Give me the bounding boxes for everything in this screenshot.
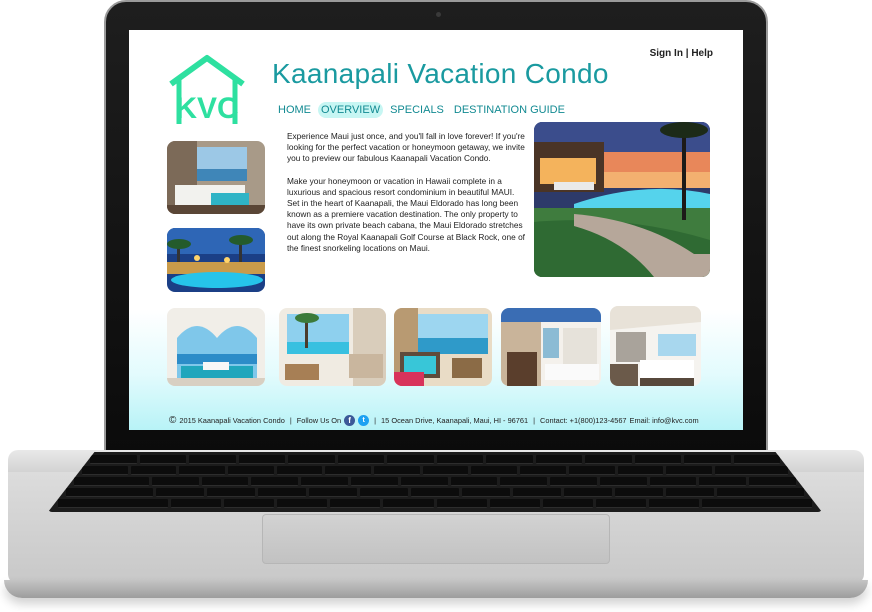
overview-text: Experience Maui just once, and you'll fa… xyxy=(287,131,527,254)
link-separator: | xyxy=(685,48,689,59)
twitter-icon[interactable]: t xyxy=(358,415,370,426)
photo-bedroom[interactable] xyxy=(167,141,265,214)
logo-text: KVC xyxy=(175,92,238,125)
photo-pool-night[interactable] xyxy=(167,228,265,292)
photo-kitchen[interactable] xyxy=(610,306,701,386)
kvc-logo[interactable]: KVC xyxy=(165,54,249,128)
copyright-text: 2015 Kaanapali Vacation Condo xyxy=(179,416,285,425)
footer-address: 15 Ocean Drive, Kaanapali, Maui, HI - 96… xyxy=(381,416,529,425)
sign-in-link[interactable]: Sign In xyxy=(650,48,683,59)
account-links: Sign In | Help xyxy=(650,48,713,59)
trackpad xyxy=(262,514,610,564)
main-nav: HOME OVERVIEW SPECIALS DESTINATION GUIDE xyxy=(275,102,568,118)
site-title: Kaanapali Vacation Condo xyxy=(272,58,609,89)
footer-contact: Contact: +1(800)123-4567 xyxy=(540,416,627,425)
nav-specials[interactable]: SPECIALS xyxy=(387,102,447,118)
footer-divider: | xyxy=(289,416,292,425)
footer-divider: | xyxy=(374,416,377,425)
follow-label: Follow Us On xyxy=(296,416,342,425)
nav-overview[interactable]: OVERVIEW xyxy=(318,102,384,118)
laptop-keyboard xyxy=(48,452,822,512)
footer-divider: | xyxy=(533,416,536,425)
website-screen: Sign In | Help KVC Kaanapali Vacation Co… xyxy=(129,30,743,430)
photo-arched-lanai[interactable] xyxy=(167,308,265,386)
laptop-base xyxy=(4,580,868,598)
kvc-logo-icon: KVC xyxy=(169,55,245,125)
photo-bathroom[interactable] xyxy=(501,308,601,386)
nav-home[interactable]: HOME xyxy=(275,102,314,118)
facebook-icon[interactable]: f xyxy=(344,415,356,426)
photo-poolside-living[interactable] xyxy=(279,308,386,386)
site-footer: © 2015 Kaanapali Vacation Condo | Follow… xyxy=(169,415,699,426)
photo-ocean-view-lounge[interactable] xyxy=(394,308,492,386)
help-link[interactable]: Help xyxy=(691,48,713,59)
webcam xyxy=(436,12,441,17)
photo-infinity-pool[interactable] xyxy=(534,122,710,277)
nav-destination-guide[interactable]: DESTINATION GUIDE xyxy=(451,102,568,118)
intro-paragraph: Experience Maui just once, and you'll fa… xyxy=(287,131,525,164)
footer-email[interactable]: Email: info@kvc.com xyxy=(630,416,699,425)
detail-paragraph: Make your honeymoon or vacation in Hawai… xyxy=(287,175,525,253)
copyright-icon: © xyxy=(169,415,177,426)
